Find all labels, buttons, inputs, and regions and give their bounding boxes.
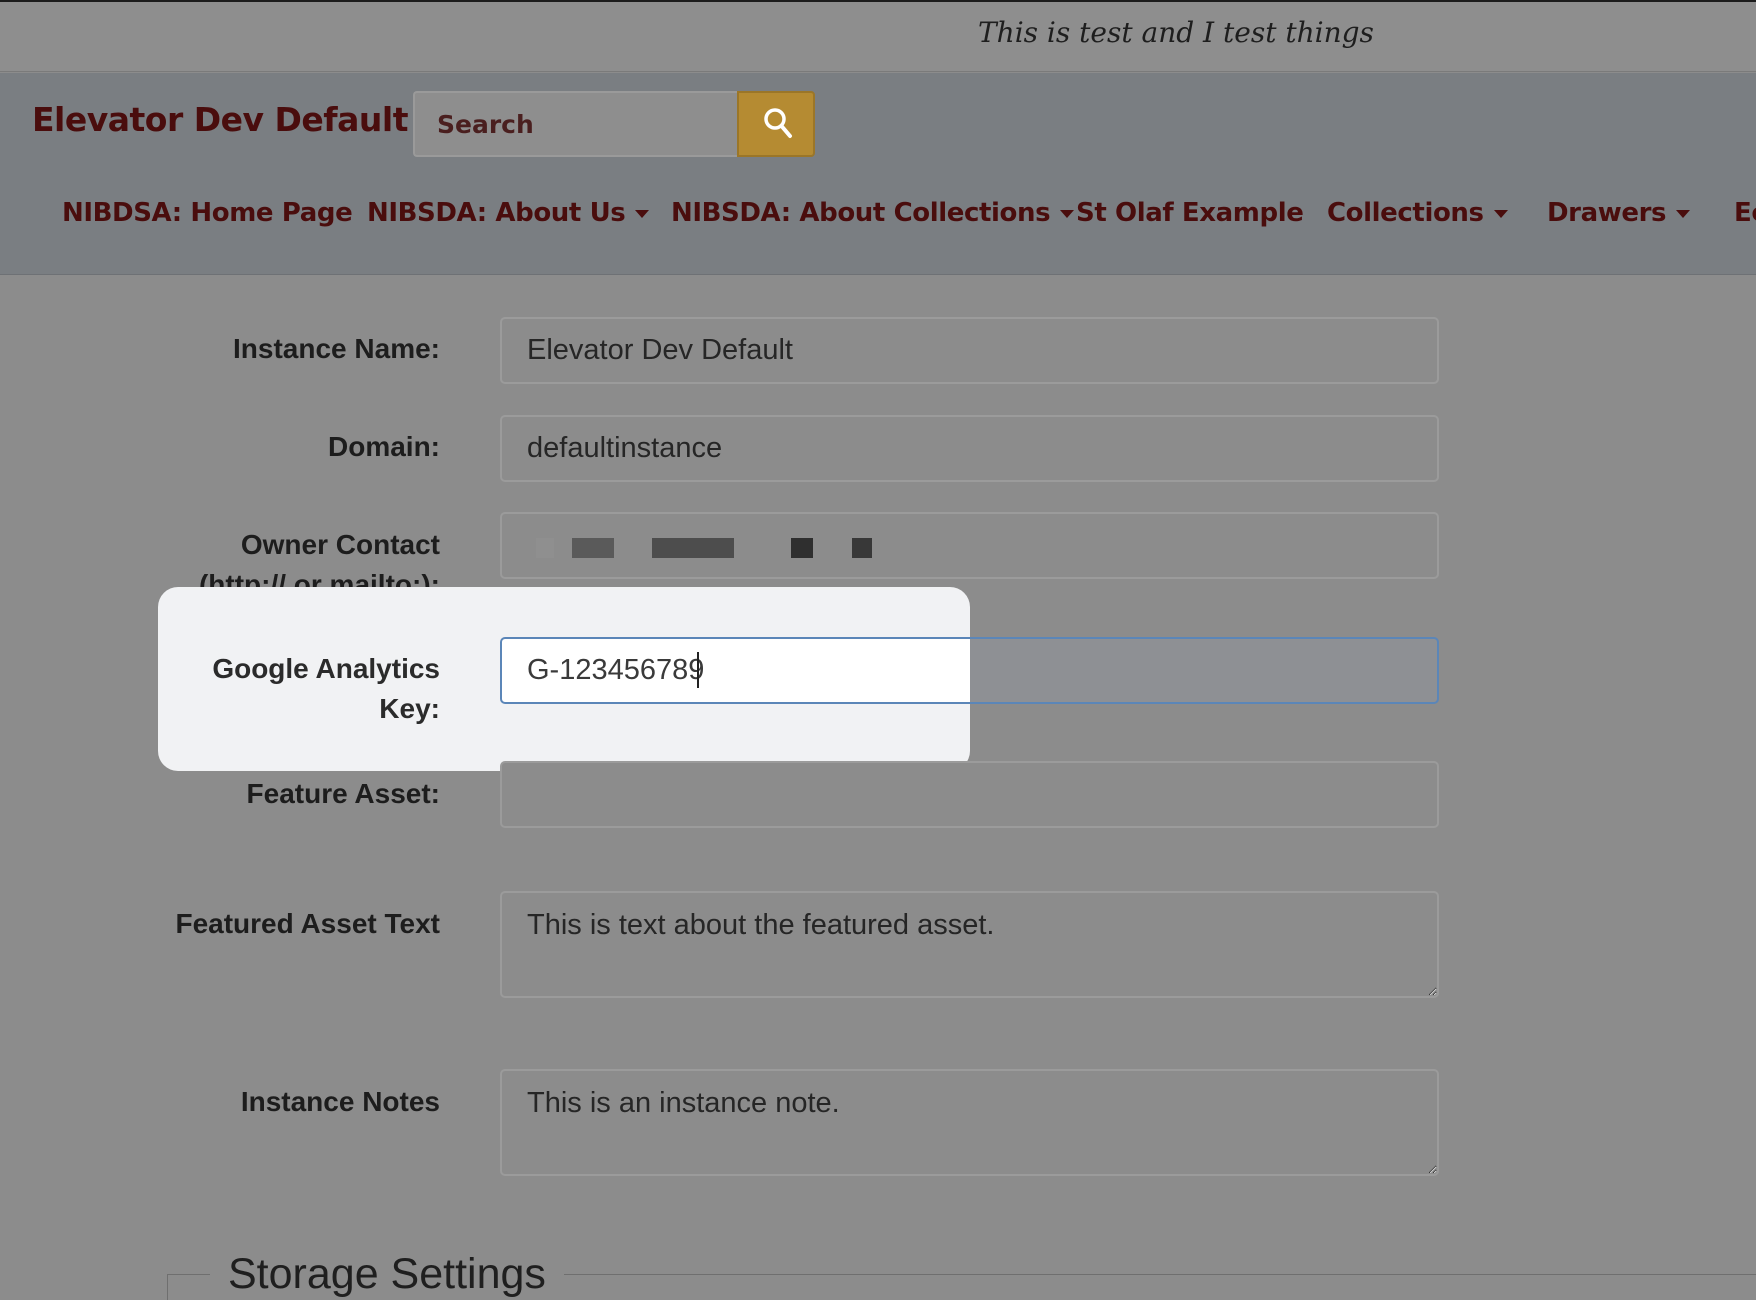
site-header: Elevator Dev Default NIBDSA: Home Page N… xyxy=(0,73,1756,275)
redacted-block xyxy=(652,538,734,558)
feature-asset-label: Feature Asset: xyxy=(246,778,440,809)
text-cursor xyxy=(697,652,699,688)
caret-down-icon xyxy=(635,209,650,218)
site-brand[interactable]: Elevator Dev Default xyxy=(32,100,408,139)
nav-item-label: NIBDSA: Home Page xyxy=(62,198,353,228)
nav-item-st-olaf[interactable]: St Olaf Example xyxy=(1076,198,1304,228)
featured-asset-text-input[interactable]: This is text about the featured asset. xyxy=(500,891,1439,998)
instance-notes-input[interactable]: This is an instance note. xyxy=(500,1069,1439,1176)
owner-contact-input[interactable] xyxy=(500,512,1439,579)
google-analytics-label: Google Analytics Key: xyxy=(212,649,440,729)
page: This is test and I test things Elevator … xyxy=(0,0,1756,1300)
domain-input[interactable] xyxy=(500,415,1439,482)
featured-asset-text-label: Featured Asset Text xyxy=(175,908,440,939)
top-banner: This is test and I test things xyxy=(0,0,1756,72)
redacted-block xyxy=(536,538,554,558)
caret-down-icon xyxy=(1493,209,1508,218)
google-analytics-label-line1: Google Analytics xyxy=(212,653,440,684)
caret-down-icon xyxy=(1676,209,1691,218)
instance-name-label: Instance Name: xyxy=(233,333,440,364)
search-button[interactable] xyxy=(737,91,815,157)
google-analytics-label-line2: Key: xyxy=(379,693,440,724)
nav-item-about-us[interactable]: NIBSDA: About Us xyxy=(367,198,650,228)
nav-item-home[interactable]: NIBDSA: Home Page xyxy=(62,198,353,228)
google-analytics-key-input[interactable] xyxy=(500,637,1439,704)
nav-item-label: Collections xyxy=(1327,198,1484,228)
redacted-block xyxy=(791,538,813,558)
nav-item-label: St Olaf Example xyxy=(1076,198,1304,228)
nav-item-truncated[interactable]: Ec xyxy=(1734,198,1756,228)
nav-item-drawers[interactable]: Drawers xyxy=(1547,198,1691,228)
storage-settings-legend: Storage Settings xyxy=(210,1250,564,1299)
owner-contact-label-line1: Owner Contact xyxy=(240,529,440,560)
caret-down-icon xyxy=(1060,209,1075,218)
search-icon xyxy=(764,108,792,138)
site-tagline: This is test and I test things xyxy=(978,16,1374,49)
nav-item-label: Drawers xyxy=(1547,198,1667,228)
nav-item-about-collections[interactable]: NIBSDA: About Collections xyxy=(671,198,1075,228)
redacted-block xyxy=(572,538,614,558)
nav-item-label: NIBSDA: About Collections xyxy=(671,198,1051,228)
feature-asset-input[interactable] xyxy=(500,761,1439,828)
nav-item-label: NIBSDA: About Us xyxy=(367,198,626,228)
search-input[interactable] xyxy=(413,91,737,157)
domain-label: Domain: xyxy=(328,431,440,462)
instance-notes-label: Instance Notes xyxy=(240,1086,440,1117)
nav-item-collections[interactable]: Collections xyxy=(1327,198,1508,228)
instance-name-input[interactable] xyxy=(500,317,1439,384)
redacted-block xyxy=(852,538,872,558)
nav-item-label: Ec xyxy=(1734,198,1756,228)
